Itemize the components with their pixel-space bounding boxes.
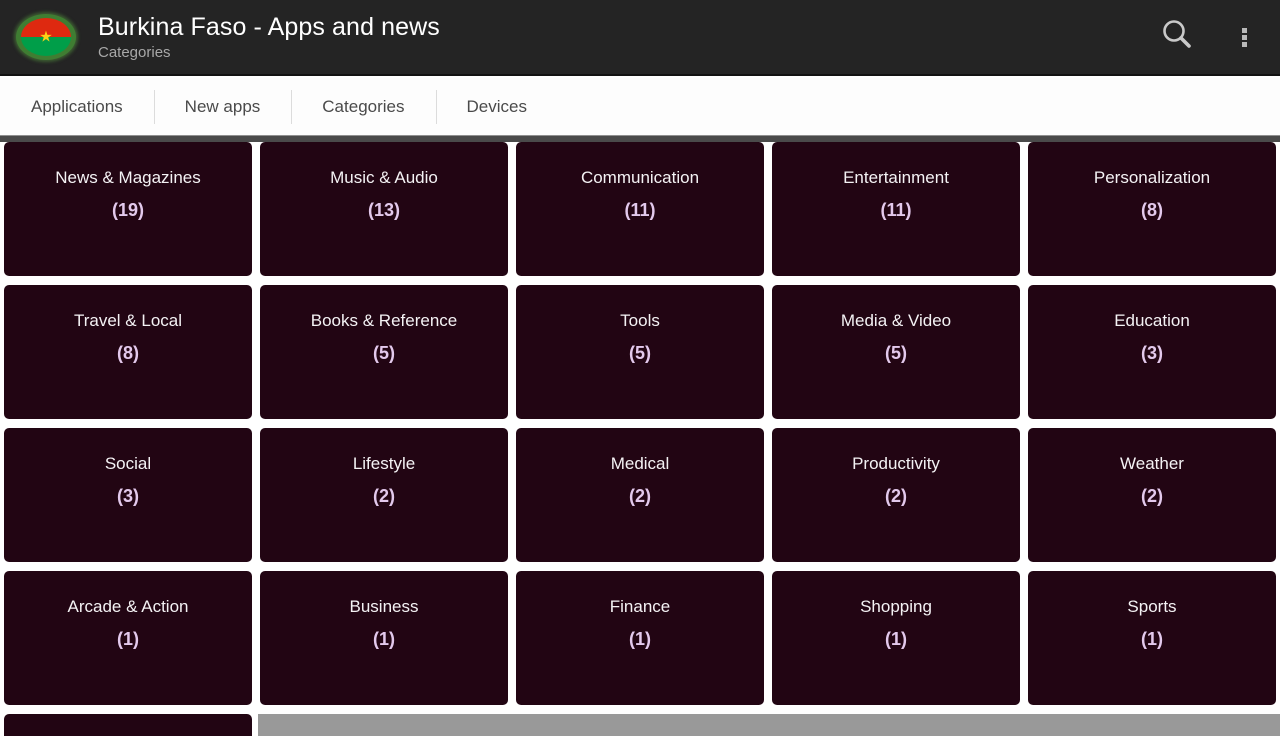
category-count: (1) [1141,629,1163,649]
app-bar-actions [1146,0,1280,74]
category-tile[interactable]: Travel & Local (8) [4,285,252,419]
app-bar: ★ Burkina Faso - Apps and news Categorie… [0,0,1280,76]
category-count: (5) [373,343,395,363]
category-count: (2) [1141,486,1163,506]
category-tile[interactable]: Medical (2) [516,428,764,562]
category-tile[interactable]: Tools (5) [516,285,764,419]
category-count: (5) [885,343,907,363]
category-name: Media & Video [840,311,952,330]
flag-star-icon: ★ [39,28,53,46]
category-name: Lifestyle [352,454,416,473]
category-count: (11) [880,200,912,220]
category-count: (1) [885,629,907,649]
search-icon [1158,16,1196,59]
category-tile[interactable]: Lifestyle (2) [260,428,508,562]
category-count: (13) [367,200,400,220]
tab-applications[interactable]: Applications [0,87,154,127]
category-name: Social [104,454,152,473]
category-grid[interactable]: News & Magazines (19) Music & Audio (13)… [0,142,1280,736]
category-tile[interactable]: Communication (11) [516,142,764,276]
grid-row: News & Magazines (19) Music & Audio (13)… [0,142,1280,285]
category-count: (3) [1141,343,1163,363]
category-tile[interactable]: Sports (1) [1028,571,1276,705]
category-count: (8) [1141,200,1163,220]
tab-label: Applications [31,96,123,116]
overflow-dot [1241,41,1247,47]
category-name: Productivity [852,454,940,473]
category-name: Shopping [860,597,932,616]
category-tile[interactable]: Productivity (2) [772,428,1020,562]
category-name: Communication [580,168,700,187]
category-count: (2) [373,486,395,506]
category-name: Medical [610,454,670,473]
category-count: (2) [885,486,907,506]
category-tile[interactable]: Shopping (1) [772,571,1020,705]
category-name: Travel & Local [73,311,183,330]
category-tile[interactable]: Books & Reference (5) [260,285,508,419]
page-title: Burkina Faso - Apps and news [98,13,440,41]
category-name: Business [349,597,419,616]
category-tile[interactable]: Media & Video (5) [772,285,1020,419]
category-name: Music & Audio [330,168,438,187]
category-name: Sports [1127,597,1177,616]
flag-oval: ★ [21,18,71,56]
overflow-dot [1241,27,1247,33]
category-count: (1) [373,629,395,649]
category-count: (19) [111,200,144,220]
category-name: Finance [609,597,671,616]
category-name: News & Magazines [55,168,201,187]
tab-label: Categories [322,96,405,116]
category-count: (2) [629,486,651,506]
category-tile[interactable]: Business (1) [260,571,508,705]
category-tile[interactable]: Weather (2) [1028,428,1276,562]
tab-label: Devices [466,96,527,116]
category-count: (1) [629,629,651,649]
category-count: (5) [629,343,651,363]
category-tile[interactable]: News & Magazines (19) [4,142,252,276]
category-count: (3) [117,486,139,506]
title-block: Burkina Faso - Apps and news Categories [98,12,440,62]
grid-row: Social (3) Lifestyle (2) Medical (2) Pro… [0,428,1280,571]
overflow-menu-button[interactable] [1208,0,1280,75]
category-count: (1) [117,629,139,649]
category-tile[interactable]: Social (3) [4,428,252,562]
tab-bar: Applications New apps Categories Devices [0,78,1280,135]
burkina-faso-flag-icon: ★ [16,14,76,60]
category-name: Personalization [1093,168,1211,187]
category-count: (8) [117,343,139,363]
category-name: Entertainment [843,168,949,187]
overflow-dot [1241,34,1247,40]
category-tile[interactable]: Personalization (8) [1028,142,1276,276]
overflow-menu-icon [1241,26,1247,49]
tab-new-apps[interactable]: New apps [153,87,292,127]
category-name: Arcade & Action [67,597,189,616]
category-name: Books & Reference [310,311,458,330]
category-tile[interactable]: Music & Audio (13) [260,142,508,276]
tab-label: New apps [184,96,261,116]
category-count: (11) [624,200,656,220]
category-tile[interactable]: Arcade & Action (1) [4,571,252,705]
search-button[interactable] [1146,0,1208,75]
category-tile[interactable]: Entertainment (11) [772,142,1020,276]
category-name: Weather [1120,454,1184,473]
category-tile[interactable]: Finance (1) [516,571,764,705]
grid-row: Travel & Local (8) Books & Reference (5)… [0,285,1280,428]
grid-row: Arcade & Action (1) Business (1) Finance… [0,571,1280,714]
tab-categories[interactable]: Categories [291,87,435,127]
tab-devices[interactable]: Devices [435,87,558,127]
category-name: Education [1114,311,1190,330]
category-tile[interactable] [4,714,252,736]
category-name: Tools [620,311,660,330]
page-subtitle: Categories [98,44,171,61]
category-tile[interactable]: Education (3) [1028,285,1276,419]
tab-bar-divider [0,135,1280,142]
grid-row [0,714,1280,736]
